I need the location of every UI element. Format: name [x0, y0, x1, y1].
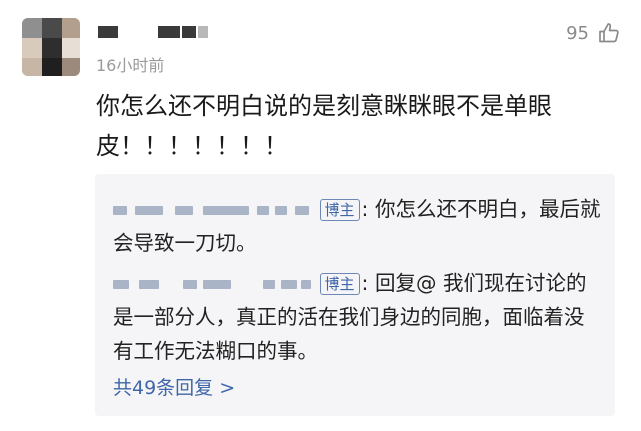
thumbs-up-icon	[597, 21, 621, 45]
avatar-pixel	[62, 18, 80, 38]
reply-username-blurred[interactable]	[113, 200, 313, 220]
reply-item[interactable]: 博主: 你怎么还不明白，最后就会导致一刀切。	[113, 192, 603, 260]
view-all-replies-link[interactable]: 共49条回复 >	[113, 373, 235, 400]
avatar-pixel	[42, 58, 62, 76]
username-blur-block	[98, 26, 118, 38]
avatar[interactable]	[22, 18, 80, 76]
avatar-pixel	[42, 38, 62, 58]
like-count: 95	[566, 22, 589, 44]
reply-preview-box[interactable]: 博主: 你怎么还不明白，最后就会导致一刀切。 博主: 回复@ 我们现在讨论的是一…	[95, 174, 615, 416]
avatar-pixel	[22, 18, 42, 38]
reply-colon: :	[361, 271, 369, 295]
blogger-badge: 博主	[319, 199, 360, 221]
like-button[interactable]: 95	[566, 20, 621, 46]
avatar-pixel	[22, 38, 42, 58]
comment-text: 你怎么还不明白说的是刻意眯眯眼不是单眼皮！！！！！！！	[96, 92, 552, 160]
blogger-badge: 博主	[319, 273, 360, 295]
username-blur-block	[182, 26, 196, 38]
avatar-pixel	[22, 58, 42, 76]
avatar-pixel	[62, 38, 80, 58]
avatar-pixel	[42, 18, 62, 38]
reply-username-blurred[interactable]	[113, 274, 313, 294]
avatar-pixel	[62, 58, 80, 76]
username-blur-block	[158, 26, 180, 38]
reply-item[interactable]: 博主: 回复@ 我们现在讨论的是一部分人，真正的活在我们身边的同胞，面临着没有工…	[113, 266, 603, 368]
username-blur-block	[198, 26, 208, 38]
reply-colon: :	[361, 197, 369, 221]
comment-time: 16小时前	[96, 56, 165, 75]
